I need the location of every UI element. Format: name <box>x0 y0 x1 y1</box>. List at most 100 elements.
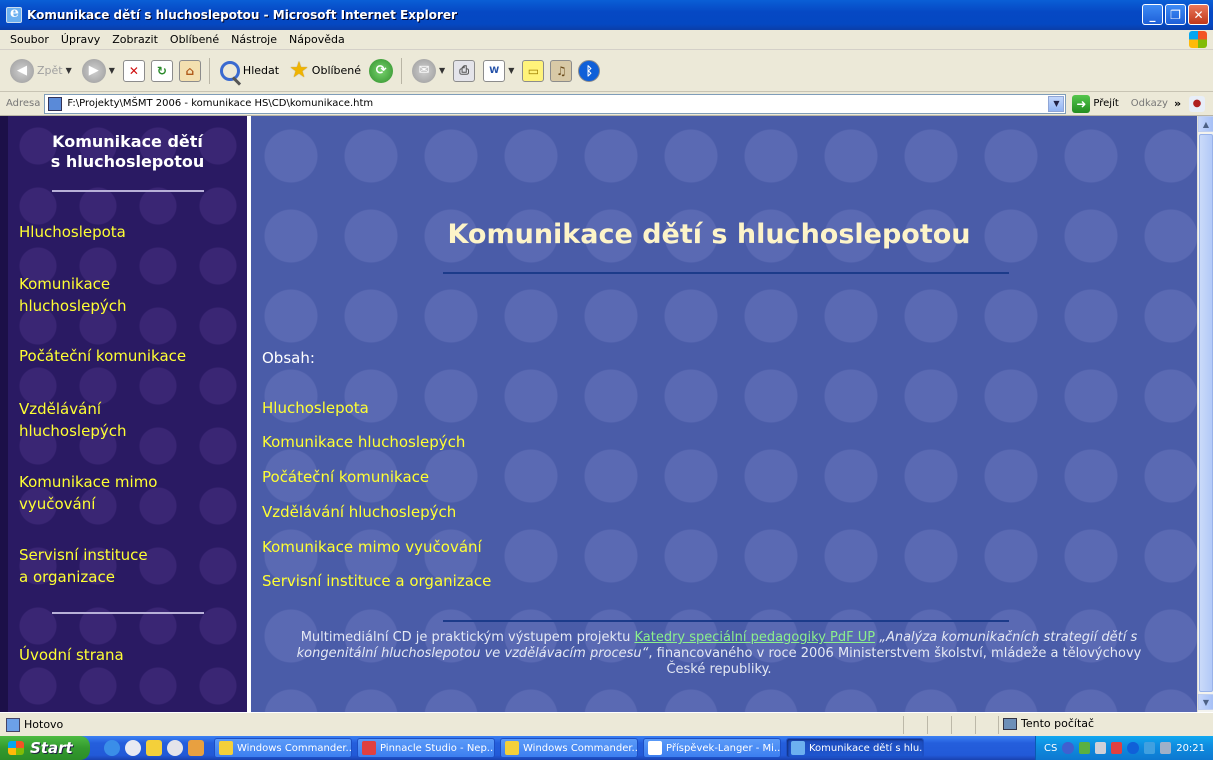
toc-link-vzdelavani[interactable]: Vzdělávání hluchoslepých <box>262 503 456 521</box>
ie-icon <box>791 741 805 755</box>
start-button[interactable]: Start <box>0 736 90 760</box>
sidebar-item-label: Vzdělávání <box>19 400 101 418</box>
scroll-thumb[interactable] <box>1199 134 1213 692</box>
history-icon[interactable]: ⟳ <box>369 58 394 83</box>
sidebar: Komunikace dětí s hluchoslepotou Hluchos… <box>0 116 247 712</box>
scroll-up-icon[interactable]: ▲ <box>1198 116 1213 132</box>
menu-bar: Soubor Úpravy Zobrazit Oblíbené Nástroje… <box>0 30 1213 50</box>
maximize-button[interactable]: ❐ <box>1165 4 1186 25</box>
minimize-button[interactable]: _ <box>1142 4 1163 25</box>
toc-heading: Obsah: <box>262 349 315 367</box>
window-titlebar[interactable]: Komunikace dětí s hluchoslepotou - Micro… <box>0 0 1213 30</box>
menu-nastroje[interactable]: Nástroje <box>225 33 283 46</box>
antivirus-icon[interactable] <box>1111 742 1123 754</box>
speaker-icon[interactable] <box>1159 742 1172 754</box>
mail-button[interactable]: ✉ ▼ <box>410 55 447 87</box>
chevron-right-icon[interactable]: » <box>1174 97 1181 110</box>
sidebar-item-pocatecni[interactable]: Počáteční komunikace <box>19 345 243 367</box>
taskbar-item-word[interactable]: Příspěvek-Langer - Mi... <box>643 738 781 758</box>
taskbar-item-label: Windows Commander... <box>523 742 638 754</box>
address-value: F:\Projekty\MŠMT 2006 - komunikace HS\CD… <box>67 98 374 109</box>
refresh-icon[interactable]: ↻ <box>150 59 173 82</box>
taskbar-item-pinnacle[interactable]: Pinnacle Studio - Nep... <box>357 738 495 758</box>
address-bar: Adresa F:\Projekty\MŠMT 2006 - komunikac… <box>0 92 1213 116</box>
taskbar-item-ie[interactable]: Komunikace dětí s hlu... <box>786 738 924 758</box>
sidebar-item-label: hluchoslepých <box>19 422 127 440</box>
toolbar: ◀ Zpět ▼ ▶ ▼ ✕ ↻ ⌂ Hledat ★ Oblíbené ⟳ ✉… <box>0 50 1213 92</box>
sidebar-title: Komunikace dětí s hluchoslepotou <box>8 132 247 172</box>
links-label[interactable]: Odkazy <box>1131 98 1168 109</box>
close-button[interactable]: ✕ <box>1188 4 1209 25</box>
toc-link-pocatecni[interactable]: Počáteční komunikace <box>262 468 429 486</box>
sidebar-item-servisni-instituce[interactable]: Servisní instituce a organizace <box>19 544 243 588</box>
menu-napoveda[interactable]: Nápověda <box>283 33 351 46</box>
scroll-down-icon[interactable]: ▼ <box>1198 694 1213 710</box>
toolbar-separator <box>208 57 210 84</box>
sidebar-divider <box>52 190 204 192</box>
taskbar-item-label: Příspěvek-Langer - Mi... <box>666 742 781 754</box>
tray-arrow-icon[interactable] <box>1062 742 1074 754</box>
bluetooth-icon[interactable] <box>1127 742 1139 754</box>
home-icon[interactable]: ⌂ <box>178 59 201 82</box>
toc-link-servisni-instituce[interactable]: Servisní instituce a organizace <box>262 572 491 590</box>
display-icon[interactable] <box>1143 742 1155 754</box>
footer-department-link[interactable]: Katedry speciální pedagogiky PdF UP <box>634 630 875 645</box>
bluetooth-icon[interactable]: ᛒ <box>578 59 601 82</box>
word-icon: W <box>483 59 506 82</box>
disc-icon[interactable] <box>167 740 183 756</box>
messenger-icon[interactable] <box>188 740 204 756</box>
zone-text: Tento počítač <box>1021 717 1095 730</box>
language-indicator[interactable]: CS <box>1044 743 1057 754</box>
taskbar-item-commander-2[interactable]: Windows Commander... <box>500 738 638 758</box>
sidebar-item-home[interactable]: Úvodní strana <box>19 644 243 666</box>
media-player-icon[interactable] <box>125 740 141 756</box>
search-button[interactable]: Hledat <box>218 55 281 87</box>
dropdown-arrow-icon: ▼ <box>439 66 446 75</box>
security-zone: Tento počítač <box>1003 717 1094 730</box>
go-arrow-icon[interactable]: ➜ <box>1072 94 1091 113</box>
edit-button[interactable]: W ▼ <box>481 55 516 87</box>
tray-app-icon[interactable] <box>1078 742 1090 754</box>
chevron-down-icon[interactable]: ▼ <box>1048 95 1065 112</box>
toc-link-komunikace[interactable]: Komunikace hluchoslepých <box>262 433 465 451</box>
go-button[interactable]: Přejít <box>1093 98 1118 109</box>
search-icon <box>219 60 240 81</box>
sidebar-item-mimo-vyucovani[interactable]: Komunikace mimo vyučování <box>19 471 243 515</box>
network-icon[interactable] <box>1094 742 1107 754</box>
menu-zobrazit[interactable]: Zobrazit <box>106 33 164 46</box>
menu-soubor[interactable]: Soubor <box>4 33 55 46</box>
back-button[interactable]: ◀ Zpět ▼ <box>8 55 74 87</box>
status-divider <box>903 716 904 734</box>
forward-button[interactable]: ▶ ▼ <box>80 55 117 87</box>
ie-icon[interactable] <box>104 740 120 756</box>
system-tray: CS 20:21 <box>1035 736 1213 760</box>
sidebar-item-komunikace[interactable]: Komunikace hluchoslepých <box>19 273 243 317</box>
vertical-scrollbar[interactable]: ▲ ▼ <box>1197 116 1213 712</box>
quick-launch <box>104 740 204 756</box>
note-icon[interactable]: ▭ <box>522 59 545 82</box>
menu-upravy[interactable]: Úpravy <box>55 33 106 46</box>
sidebar-item-label: Komunikace mimo <box>19 473 158 491</box>
sidebar-title-line2: s hluchoslepotou <box>50 152 205 171</box>
print-icon[interactable]: ⎙ <box>453 59 476 82</box>
sidebar-item-vzdelavani[interactable]: Vzdělávání hluchoslepých <box>19 398 243 442</box>
sidebar-item-hluchoslepota[interactable]: Hluchoslepota <box>19 221 243 243</box>
toc-link-mimo-vyucovani[interactable]: Komunikace mimo vyučování <box>262 538 482 556</box>
research-icon[interactable]: ● <box>1189 95 1206 112</box>
sidebar-title-line1: Komunikace dětí <box>52 132 203 151</box>
page-content: Komunikace dětí s hluchoslepotou Hluchos… <box>0 116 1197 712</box>
menu-oblibene[interactable]: Oblíbené <box>164 33 225 46</box>
sidebar-item-label: vyučování <box>19 495 96 513</box>
commander-icon[interactable] <box>146 740 162 756</box>
stop-icon[interactable]: ✕ <box>122 59 145 82</box>
taskbar-item-commander[interactable]: Windows Commander... <box>214 738 352 758</box>
media-icon[interactable]: ♫ <box>550 59 573 82</box>
address-input[interactable]: F:\Projekty\MŠMT 2006 - komunikace HS\CD… <box>44 93 1067 114</box>
page-icon <box>48 96 63 111</box>
favorites-button[interactable]: ★ Oblíbené <box>287 55 363 87</box>
toc-link-hluchoslepota[interactable]: Hluchoslepota <box>262 399 369 417</box>
favorites-label: Oblíbené <box>311 64 362 77</box>
start-label: Start <box>30 739 73 757</box>
commander-icon <box>219 741 233 755</box>
page-done-icon <box>6 717 20 732</box>
